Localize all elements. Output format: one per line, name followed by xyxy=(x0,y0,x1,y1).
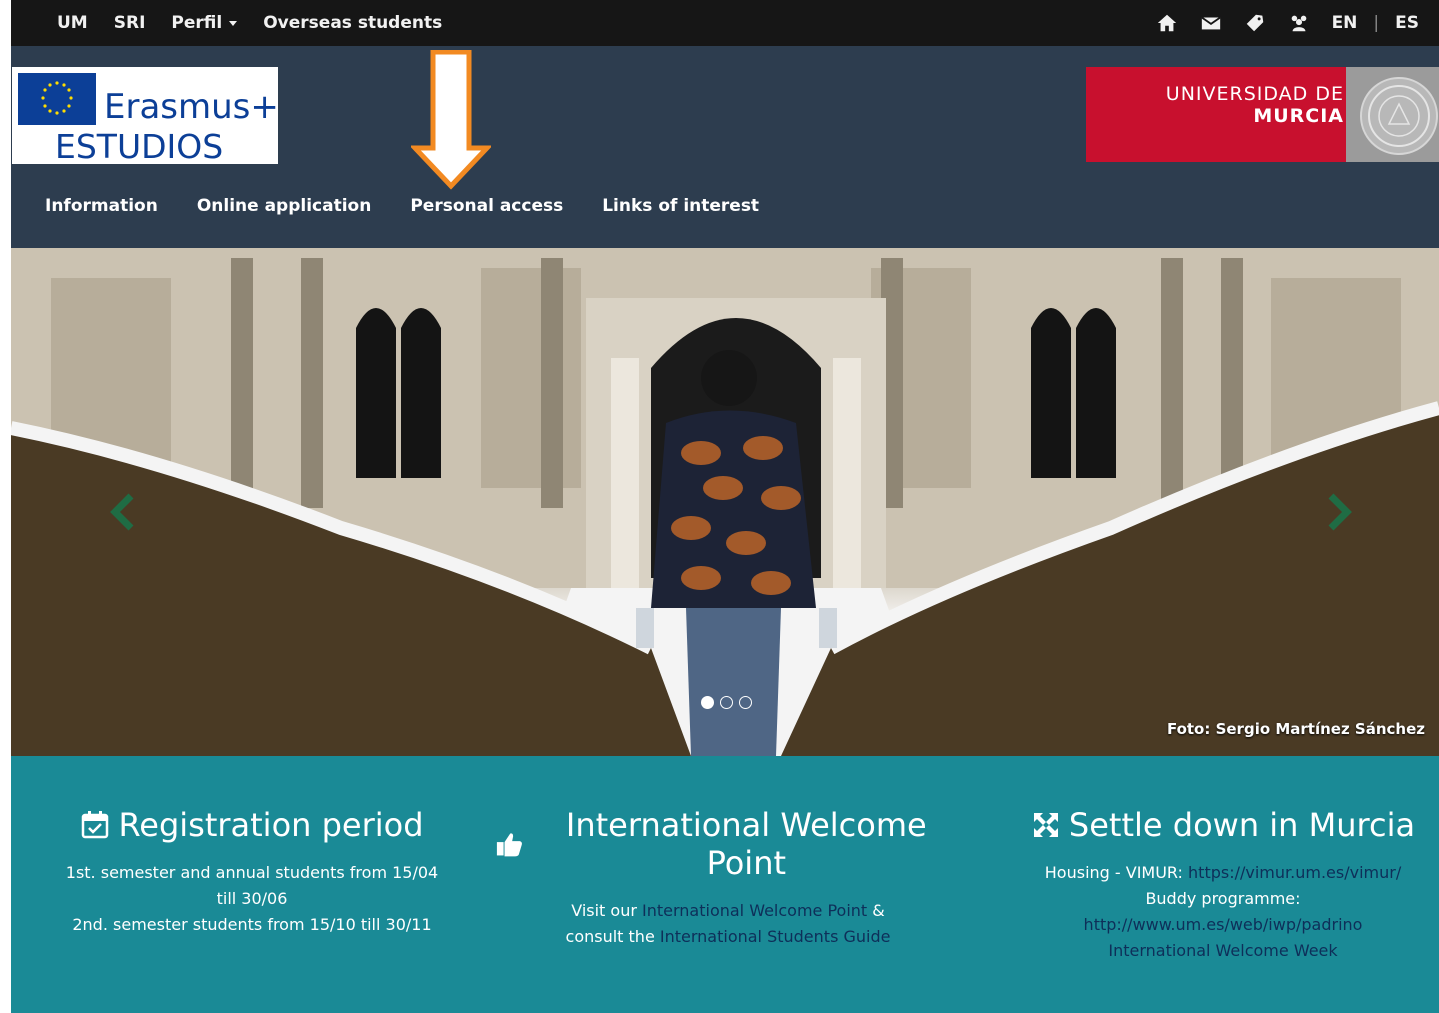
logo-estudios-text: ESTUDIOS xyxy=(55,127,224,166)
nav-personal-access[interactable]: Personal access xyxy=(410,196,563,216)
lang-en[interactable]: EN xyxy=(1332,13,1358,33)
nav-online-application[interactable]: Online application xyxy=(197,196,372,216)
hero-photo xyxy=(11,248,1439,756)
carousel-dot-3[interactable] xyxy=(739,696,752,709)
um-logo[interactable]: UNIVERSIDAD DE MURCIA xyxy=(1086,67,1439,162)
buddy-label: Buddy programme: xyxy=(1145,889,1301,908)
settle-title: Settle down in Murcia xyxy=(1068,806,1416,844)
carousel-prev-button[interactable] xyxy=(107,492,137,532)
nav-information[interactable]: Information xyxy=(45,196,158,216)
settle-heading: Settle down in Murcia xyxy=(1017,806,1429,844)
main-nav: Information Online application Personal … xyxy=(45,196,759,216)
students-guide-link[interactable]: International Students Guide xyxy=(660,927,891,946)
nav-links-of-interest[interactable]: Links of interest xyxy=(602,196,759,216)
registration-line-1: 1st. semester and annual students from 1… xyxy=(65,863,439,882)
carousel-dot-2[interactable] xyxy=(720,696,733,709)
buddy-link[interactable]: http://www.um.es/web/iwp/padrino xyxy=(1084,915,1363,934)
info-band: Registration period 1st. semester and an… xyxy=(11,756,1439,1013)
settle-column: Settle down in Murcia Housing - VIMUR: h… xyxy=(1017,806,1429,964)
um-seal-area xyxy=(1346,67,1439,162)
welcome-week-link[interactable]: International Welcome Week xyxy=(1108,941,1337,960)
hero-carousel[interactable]: Foto: Sergio Martínez Sánchez xyxy=(11,248,1439,756)
registration-line-2: till 30/06 xyxy=(216,889,288,908)
perfil-label: Perfil xyxy=(171,13,223,33)
carousel-indicators xyxy=(701,696,752,709)
envelope-icon[interactable] xyxy=(1200,12,1222,34)
calendar-check-icon xyxy=(82,811,109,839)
welcome-heading: International Welcome Point xyxy=(495,806,961,882)
top-link-overseas[interactable]: Overseas students xyxy=(263,13,442,33)
lang-es[interactable]: ES xyxy=(1395,13,1419,33)
photo-credit: Foto: Sergio Martínez Sánchez xyxy=(1166,720,1425,738)
tag-icon[interactable] xyxy=(1244,12,1266,34)
top-link-sri[interactable]: SRI xyxy=(114,13,146,33)
top-link-um[interactable]: UM xyxy=(57,13,88,33)
top-bar: UM SRI Perfil Overseas students EN | ES xyxy=(11,0,1439,46)
logo-erasmus-text: Erasmus+ xyxy=(104,87,279,127)
orange-arrow-icon xyxy=(411,50,491,190)
expand-arrows-icon xyxy=(1033,813,1058,837)
caret-down-icon xyxy=(229,20,238,26)
top-link-perfil[interactable]: Perfil xyxy=(171,13,238,33)
registration-text: 1st. semester and annual students from 1… xyxy=(35,860,469,938)
um-line-1: UNIVERSIDAD DE xyxy=(1165,83,1344,105)
home-icon[interactable] xyxy=(1156,12,1178,34)
registration-column: Registration period 1st. semester and an… xyxy=(35,806,469,938)
users-icon[interactable] xyxy=(1288,12,1310,34)
welcome-text: Visit our International Welcome Point & … xyxy=(495,898,961,950)
um-logo-text: UNIVERSIDAD DE MURCIA xyxy=(1166,83,1344,127)
registration-title: Registration period xyxy=(118,806,424,844)
um-seal-icon xyxy=(1360,77,1438,155)
carousel-next-button[interactable] xyxy=(1325,492,1355,532)
welcome-column: International Welcome Point Visit our In… xyxy=(495,806,961,950)
welcome-title: International Welcome Point xyxy=(565,806,927,882)
registration-heading: Registration period xyxy=(35,806,469,844)
chevron-right-icon xyxy=(1328,493,1352,531)
vimur-link[interactable]: https://vimur.um.es/vimur/ xyxy=(1188,863,1401,882)
top-right-tools: EN | ES xyxy=(1156,0,1419,46)
registration-line-3: 2nd. semester students from 15/10 till 3… xyxy=(72,915,432,934)
welcome-post-1: & xyxy=(867,901,885,920)
settle-text: Housing - VIMUR: https://vimur.um.es/vim… xyxy=(1017,860,1429,964)
header: Erasmus+ ESTUDIOS UNIVERSIDAD DE MURCIA xyxy=(11,46,1439,248)
welcome-point-link[interactable]: International Welcome Point xyxy=(642,901,867,920)
thumbs-up-icon xyxy=(496,833,522,857)
erasmus-logo[interactable]: Erasmus+ ESTUDIOS xyxy=(12,67,279,166)
page: UM SRI Perfil Overseas students EN | ES xyxy=(11,0,1439,1013)
lang-separator: | xyxy=(1373,13,1380,33)
welcome-pre-1: Visit our xyxy=(571,901,642,920)
chevron-left-icon xyxy=(110,493,134,531)
housing-label: Housing - VIMUR: xyxy=(1044,863,1189,882)
welcome-pre-2: consult the xyxy=(565,927,660,946)
carousel-dot-1[interactable] xyxy=(701,696,714,709)
top-nav: UM SRI Perfil Overseas students xyxy=(57,0,442,46)
um-line-2: MURCIA xyxy=(1253,105,1344,127)
eu-flag-icon xyxy=(18,73,96,125)
